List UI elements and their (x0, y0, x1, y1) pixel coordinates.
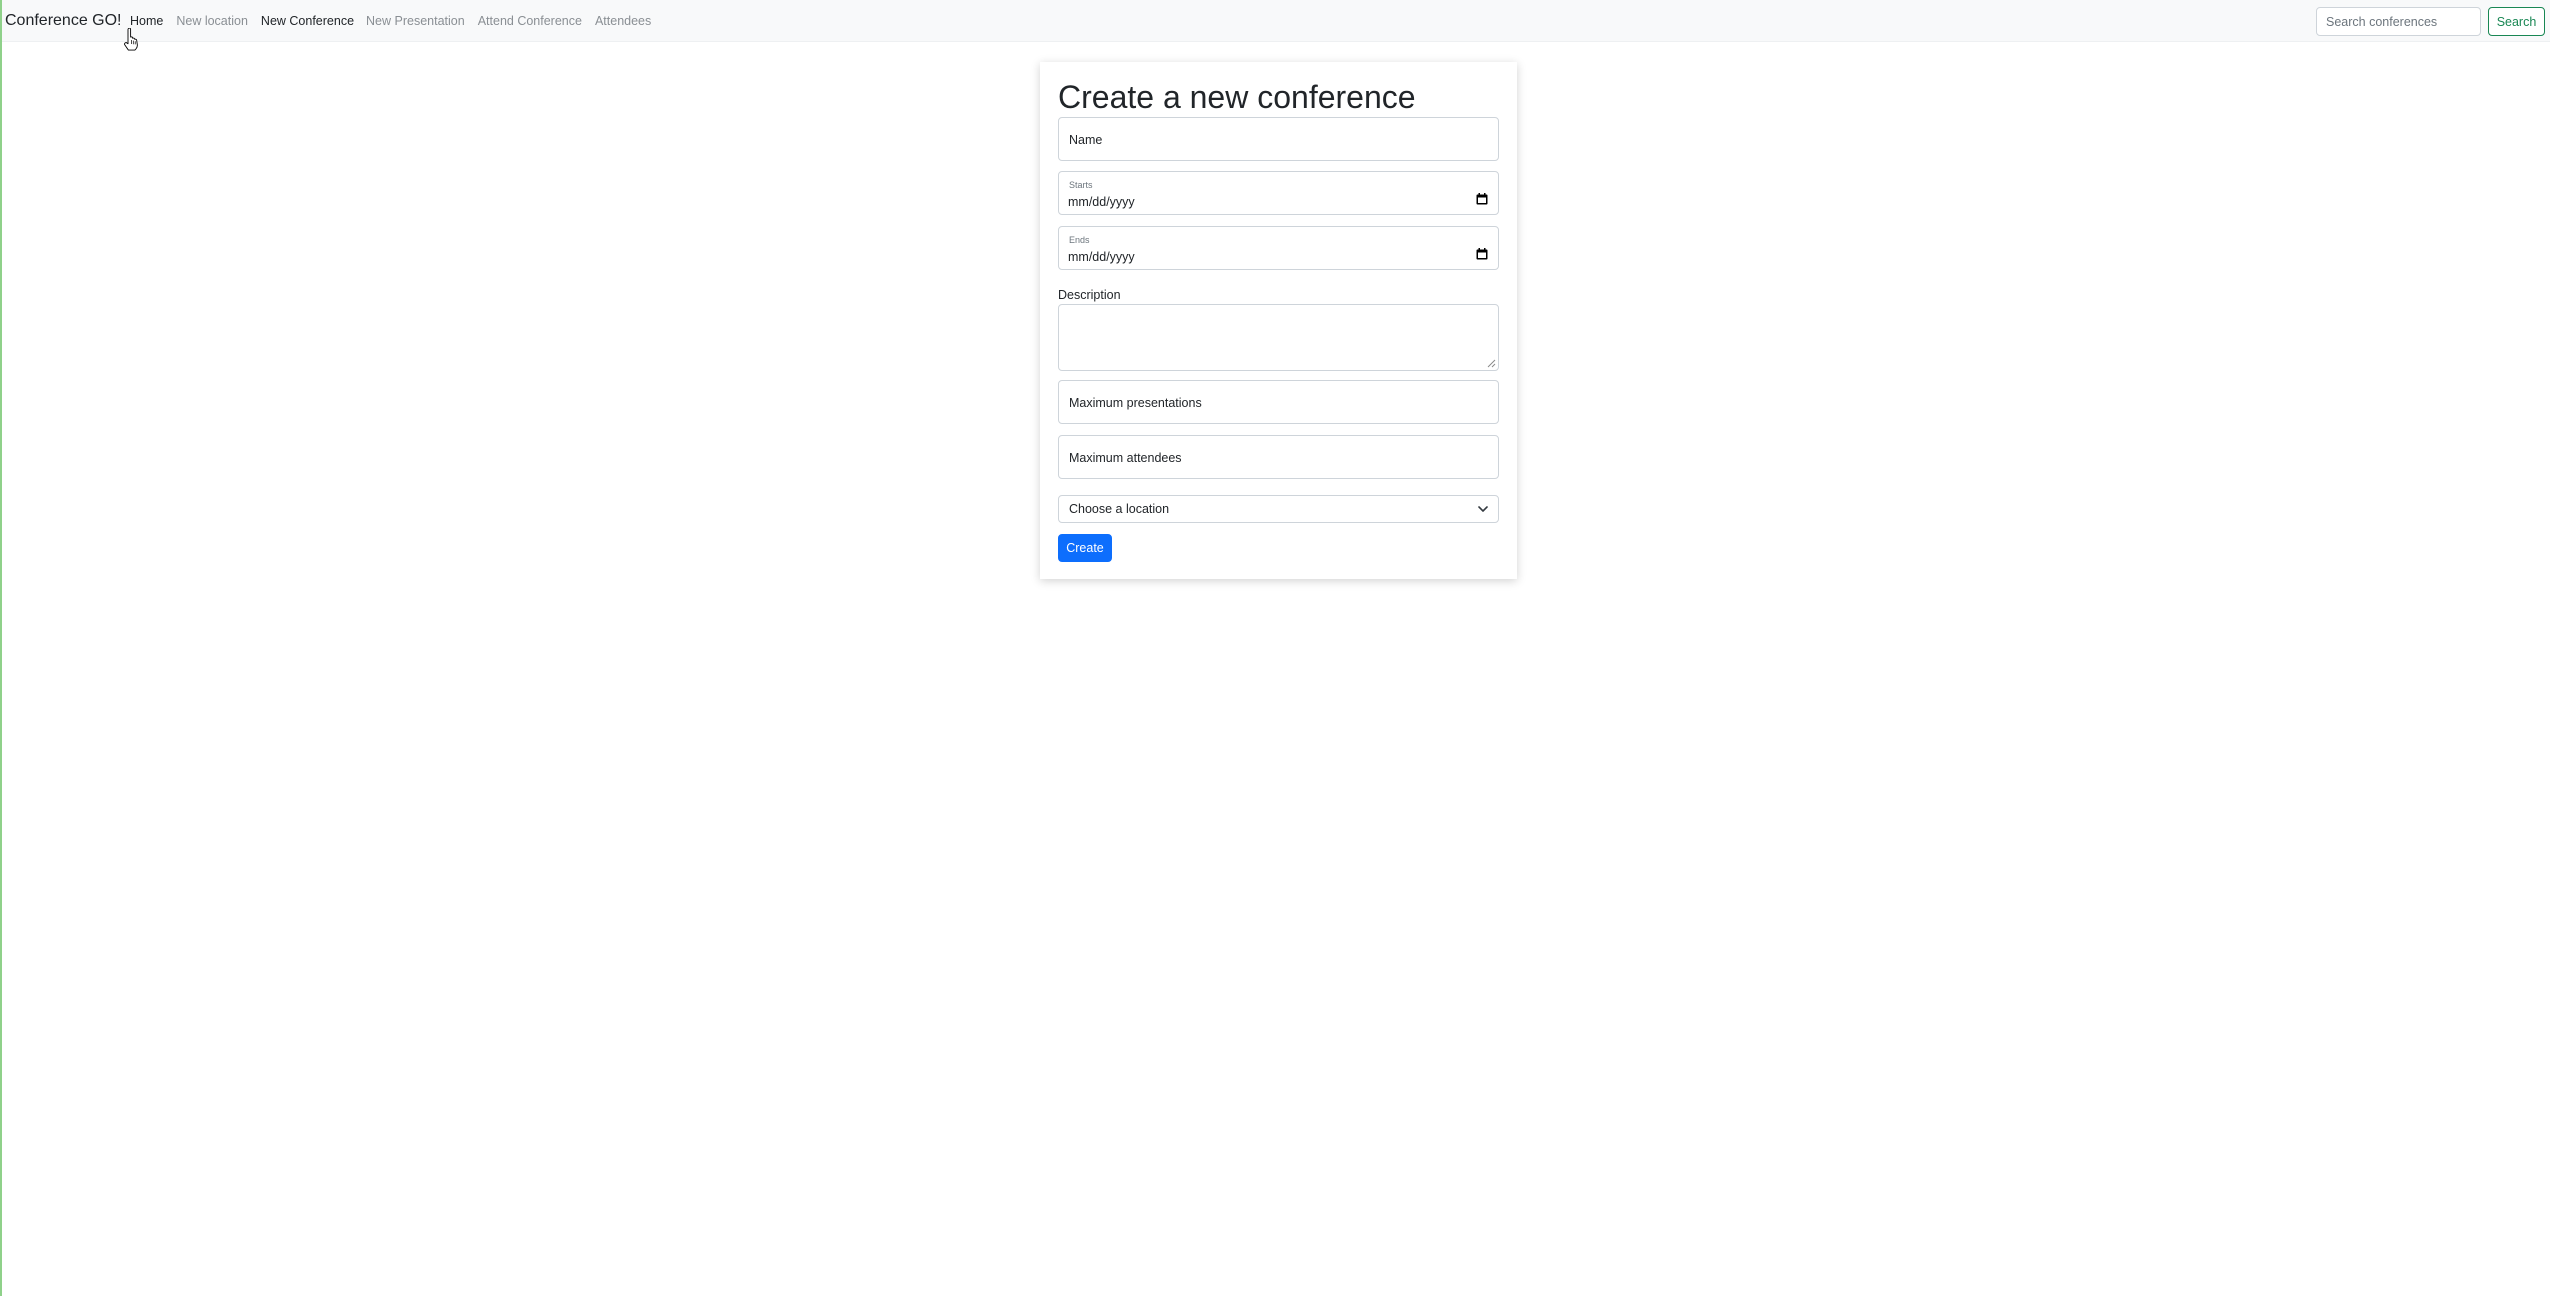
nav-link-new-conference[interactable]: New Conference (261, 14, 354, 28)
create-button[interactable]: Create (1058, 534, 1112, 562)
brand-link[interactable]: Conference GO! (5, 12, 122, 30)
navbar: Conference GO! Home New location New Con… (2, 0, 2550, 42)
max-attendees-field[interactable]: Maximum attendees (1058, 435, 1499, 479)
calendar-icon[interactable] (1476, 193, 1488, 205)
page-title: Create a new conference (1058, 79, 1416, 115)
nav-link-attend-conference[interactable]: Attend Conference (478, 14, 582, 28)
description-label: Description (1058, 288, 1121, 302)
ends-label: Ends (1069, 235, 1090, 245)
search-input[interactable] (2316, 7, 2481, 36)
resize-handle-icon[interactable] (1487, 359, 1496, 368)
description-textarea[interactable] (1058, 304, 1499, 371)
location-select[interactable]: Choose a location (1058, 495, 1499, 523)
page: Conference GO! Home New location New Con… (0, 0, 2550, 1296)
nav-link-new-presentation[interactable]: New Presentation (366, 14, 465, 28)
starts-date-field[interactable]: Starts mm/dd/yyyy (1058, 171, 1499, 215)
ends-value: mm/dd/yyyy (1068, 250, 1135, 264)
nav-links: Home New location New Conference New Pre… (130, 14, 651, 28)
name-field[interactable]: Name (1058, 117, 1499, 161)
nav-link-attendees[interactable]: Attendees (595, 14, 651, 28)
location-select-value: Choose a location (1069, 502, 1170, 516)
hand-pointer-cursor-icon (124, 28, 138, 51)
calendar-icon[interactable] (1476, 248, 1488, 260)
search-button[interactable]: Search (2488, 7, 2545, 36)
name-placeholder: Name (1069, 133, 1103, 147)
max-presentations-placeholder: Maximum presentations (1069, 396, 1202, 410)
max-presentations-field[interactable]: Maximum presentations (1058, 380, 1499, 424)
nav-link-home[interactable]: Home (130, 14, 163, 28)
ends-date-field[interactable]: Ends mm/dd/yyyy (1058, 226, 1499, 270)
chevron-down-icon (1478, 506, 1488, 512)
new-conference-form-card: Create a new conference Name Starts mm/d… (1040, 62, 1517, 579)
nav-link-new-location[interactable]: New location (176, 14, 248, 28)
max-attendees-placeholder: Maximum attendees (1069, 451, 1182, 465)
starts-label: Starts (1069, 180, 1093, 190)
starts-value: mm/dd/yyyy (1068, 195, 1135, 209)
